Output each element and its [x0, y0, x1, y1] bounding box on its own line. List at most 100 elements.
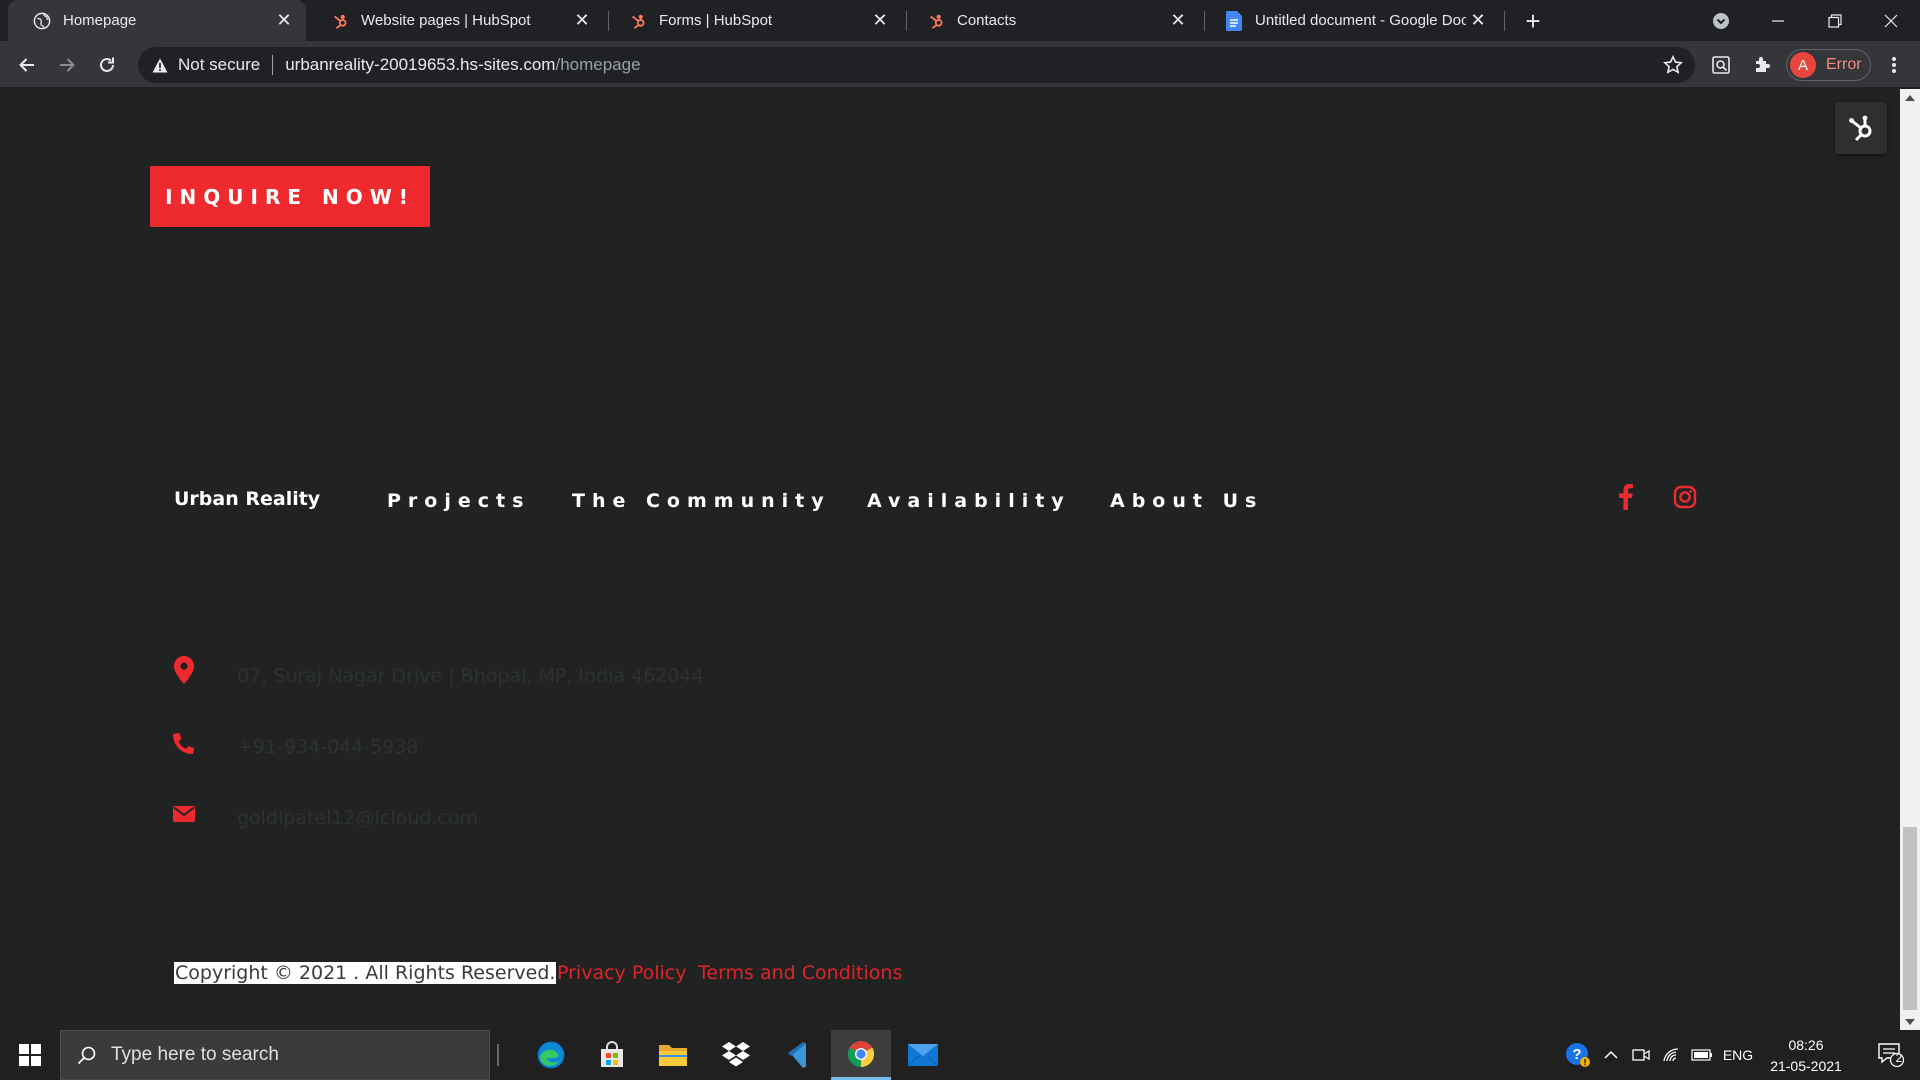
- scroll-down-arrow-icon[interactable]: [1900, 1013, 1920, 1030]
- arrow-right-icon: [60, 58, 75, 72]
- file-explorer-icon[interactable]: [643, 1030, 703, 1080]
- instagram-icon[interactable]: [1671, 482, 1699, 512]
- restore-icon: [1828, 13, 1842, 28]
- nav-availability[interactable]: Availability: [867, 490, 1071, 512]
- browser-toolbar: Not secure urbanreality-20019653.hs-site…: [0, 41, 1920, 88]
- hubspot-icon: [330, 11, 350, 31]
- vscode-icon[interactable]: [768, 1030, 828, 1080]
- avatar: A: [1790, 52, 1816, 78]
- tab-close-icon[interactable]: ✕: [1166, 9, 1190, 33]
- tab-close-icon[interactable]: ✕: [570, 9, 594, 33]
- tab-title: Forms | HubSpot: [659, 12, 773, 29]
- wifi-icon[interactable]: [1658, 1030, 1684, 1080]
- tab-website-pages[interactable]: Website pages | HubSpot ✕: [306, 0, 604, 41]
- search-placeholder: Type here to search: [111, 1044, 279, 1065]
- url-host: urbanreality-20019653.hs-sites.com: [285, 55, 556, 74]
- tab-close-icon[interactable]: ✕: [1466, 9, 1490, 33]
- chevron-up-icon[interactable]: [1598, 1030, 1624, 1080]
- edge-icon[interactable]: [521, 1030, 581, 1080]
- help-icon[interactable]: ?!: [1560, 1030, 1596, 1080]
- close-window-button[interactable]: [1862, 0, 1920, 41]
- tab-title: Website pages | HubSpot: [361, 12, 531, 29]
- tab-close-icon[interactable]: ✕: [868, 9, 892, 33]
- facebook-icon[interactable]: [1612, 482, 1640, 512]
- taskbar-search-box[interactable]: Type here to search: [60, 1030, 490, 1080]
- tab-contacts[interactable]: Contacts ✕: [902, 0, 1200, 41]
- tab-google-docs[interactable]: Untitled document - Google Docs ✕: [1200, 0, 1500, 41]
- contact-address: 07, Suraj Nagar Drive | Bhopal, MP, Indi…: [237, 665, 704, 687]
- tab-title: Untitled document - Google Docs: [1255, 12, 1466, 29]
- divider: [272, 55, 274, 75]
- svg-text:!: !: [1584, 1058, 1587, 1068]
- reload-icon: [100, 57, 114, 72]
- chevron-down-icon: [1713, 12, 1729, 29]
- inquire-now-button[interactable]: INQUIRE NOW!: [150, 166, 430, 227]
- tab-close-icon[interactable]: ✕: [272, 9, 296, 33]
- search-icon: [77, 1046, 96, 1065]
- mail-icon[interactable]: [893, 1030, 953, 1080]
- meet-now-icon[interactable]: [1628, 1030, 1654, 1080]
- hubspot-icon: [1849, 115, 1872, 142]
- hubspot-icon: [628, 11, 648, 31]
- clock-date: 21-05-2021: [1770, 1058, 1842, 1074]
- profile-button[interactable]: A Error: [1786, 49, 1871, 81]
- notification-center-button[interactable]: 2: [1868, 1030, 1914, 1080]
- store-icon[interactable]: [582, 1030, 642, 1080]
- arrow-left-icon: [19, 58, 34, 72]
- start-button[interactable]: [0, 1030, 60, 1080]
- nav-about-us[interactable]: About Us: [1110, 490, 1263, 512]
- tab-search-button[interactable]: [1692, 0, 1750, 41]
- map-pin-icon: [173, 656, 195, 684]
- globe-icon: [32, 11, 52, 31]
- address-bar[interactable]: Not secure urbanreality-20019653.hs-site…: [138, 47, 1695, 83]
- battery-icon[interactable]: [1689, 1030, 1715, 1080]
- hubspot-sprocket-button[interactable]: [1835, 102, 1887, 154]
- brand-name[interactable]: Urban Reality: [174, 488, 320, 510]
- security-status[interactable]: Not secure: [178, 55, 260, 75]
- page-scrollbar[interactable]: [1900, 89, 1920, 1030]
- url-path: /homepage: [555, 55, 641, 74]
- contact-email[interactable]: goldipatel12@icloud.com: [237, 807, 478, 829]
- svg-text:?: ?: [1572, 1046, 1581, 1063]
- menu-button[interactable]: [1880, 49, 1908, 81]
- reload-button[interactable]: [91, 49, 123, 81]
- back-button[interactable]: [11, 49, 43, 81]
- lens-button[interactable]: [1705, 49, 1737, 81]
- minimize-button[interactable]: [1749, 0, 1807, 41]
- windows-taskbar: Type here to search ?! ENG 08:26 21-05-2…: [0, 1030, 1920, 1080]
- scroll-up-arrow-icon[interactable]: [1900, 89, 1920, 106]
- clock-time: 08:26: [1788, 1037, 1824, 1053]
- tab-forms[interactable]: Forms | HubSpot ✕: [604, 0, 902, 41]
- clock[interactable]: 08:26 21-05-2021: [1756, 1035, 1856, 1077]
- extensions-button[interactable]: [1746, 49, 1778, 81]
- forward-button[interactable]: [51, 49, 83, 81]
- warning-icon[interactable]: [150, 55, 170, 75]
- divider: [497, 1044, 499, 1066]
- chrome-icon[interactable]: [831, 1030, 891, 1080]
- screenshot-search-icon: [1712, 56, 1730, 74]
- envelope-icon: [173, 800, 195, 828]
- scrollbar-thumb[interactable]: [1903, 827, 1917, 1010]
- page-content: INQUIRE NOW! Urban Reality Projects The …: [0, 89, 1900, 1030]
- close-icon: [1884, 14, 1898, 27]
- bookmark-star-icon[interactable]: [1661, 53, 1685, 77]
- new-tab-button[interactable]: +: [1518, 6, 1548, 36]
- windows-logo-icon: [19, 1044, 41, 1066]
- notification-count: 2: [1895, 1051, 1903, 1065]
- tab-separator: [1504, 11, 1505, 31]
- hubspot-icon: [926, 11, 946, 31]
- nav-the-community[interactable]: The Community: [572, 490, 831, 512]
- tab-homepage[interactable]: Homepage ✕: [8, 0, 306, 41]
- tab-title: Contacts: [957, 12, 1017, 29]
- restore-button[interactable]: [1806, 0, 1864, 41]
- nav-projects[interactable]: Projects: [387, 490, 530, 512]
- minimize-icon: [1772, 19, 1784, 22]
- contact-phone[interactable]: +91-934-044-5938: [237, 736, 419, 758]
- terms-and-conditions-link[interactable]: Terms and Conditions: [698, 962, 902, 984]
- tab-title: Homepage: [63, 12, 137, 29]
- privacy-policy-link[interactable]: Privacy Policy: [557, 962, 686, 984]
- dropbox-icon[interactable]: [706, 1030, 766, 1080]
- google-docs-icon: [1224, 10, 1244, 31]
- profile-status: Error: [1826, 56, 1862, 73]
- language-indicator[interactable]: ENG: [1720, 1030, 1756, 1080]
